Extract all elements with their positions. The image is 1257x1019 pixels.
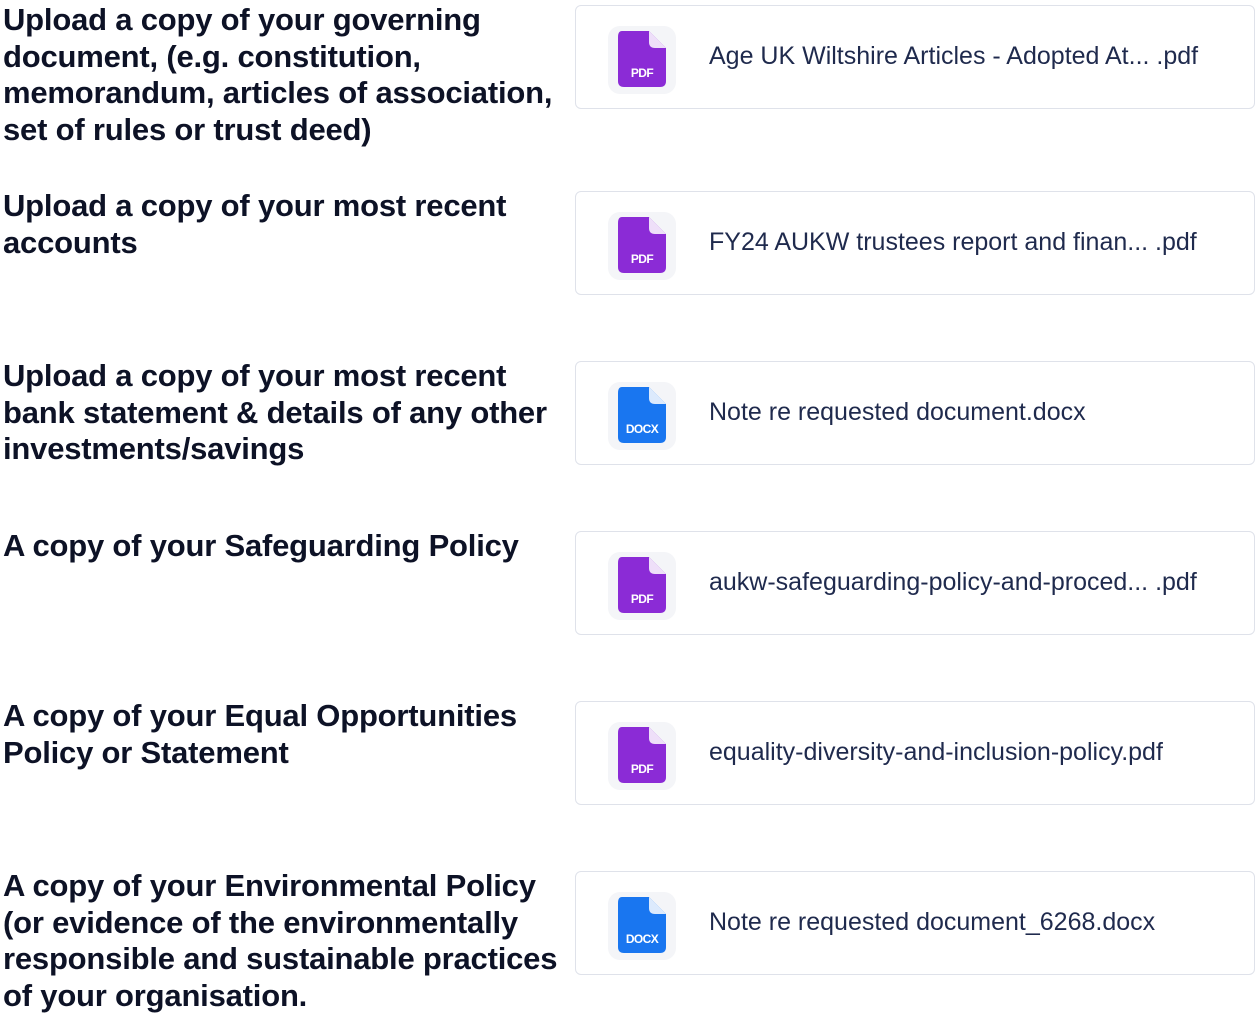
uploaded-file-card[interactable]: PDF equality-diversity-and-inclusion-pol…: [575, 701, 1255, 805]
uploaded-file-card[interactable]: DOCX Note re requested document.docx: [575, 361, 1255, 465]
file-name[interactable]: Note re requested document_6268.docx: [709, 905, 1155, 939]
file-type-label: PDF: [630, 252, 654, 266]
file-type-label: PDF: [630, 66, 654, 80]
file-name[interactable]: FY24 AUKW trustees report and finan... .…: [709, 225, 1197, 259]
uploaded-file-card[interactable]: PDF aukw-safeguarding-policy-and-proced.…: [575, 531, 1255, 635]
question-label: Upload a copy of your most recent bank s…: [3, 358, 547, 466]
question-label: A copy of your Safeguarding Policy: [3, 528, 519, 563]
file-name[interactable]: Note re requested document.docx: [709, 395, 1086, 429]
pdf-file-icon: PDF: [608, 212, 676, 280]
question-label: A copy of your Environmental Policy (or …: [3, 868, 558, 1013]
file-type-label: DOCX: [625, 422, 659, 436]
pdf-file-icon: PDF: [608, 552, 676, 620]
file-name[interactable]: aukw-safeguarding-policy-and-proced... .…: [709, 565, 1197, 599]
question-label: Upload a copy of your most recent accoun…: [3, 188, 507, 260]
file-type-label: PDF: [630, 592, 654, 606]
question-label: Upload a copy of your governing document…: [3, 2, 553, 147]
pdf-file-icon: PDF: [608, 26, 676, 94]
uploaded-file-card[interactable]: PDF Age UK Wiltshire Articles - Adopted …: [575, 5, 1255, 109]
uploaded-file-card[interactable]: DOCX Note re requested document_6268.doc…: [575, 871, 1255, 975]
file-name[interactable]: Age UK Wiltshire Articles - Adopted At..…: [709, 39, 1198, 73]
file-type-label: DOCX: [625, 932, 659, 946]
file-name[interactable]: equality-diversity-and-inclusion-policy.…: [709, 735, 1163, 769]
pdf-file-icon: PDF: [608, 722, 676, 790]
file-type-label: PDF: [630, 762, 654, 776]
question-label: A copy of your Equal Opportunities Polic…: [3, 698, 517, 770]
docx-file-icon: DOCX: [608, 892, 676, 960]
docx-file-icon: DOCX: [608, 382, 676, 450]
uploaded-file-card[interactable]: PDF FY24 AUKW trustees report and finan.…: [575, 191, 1255, 295]
